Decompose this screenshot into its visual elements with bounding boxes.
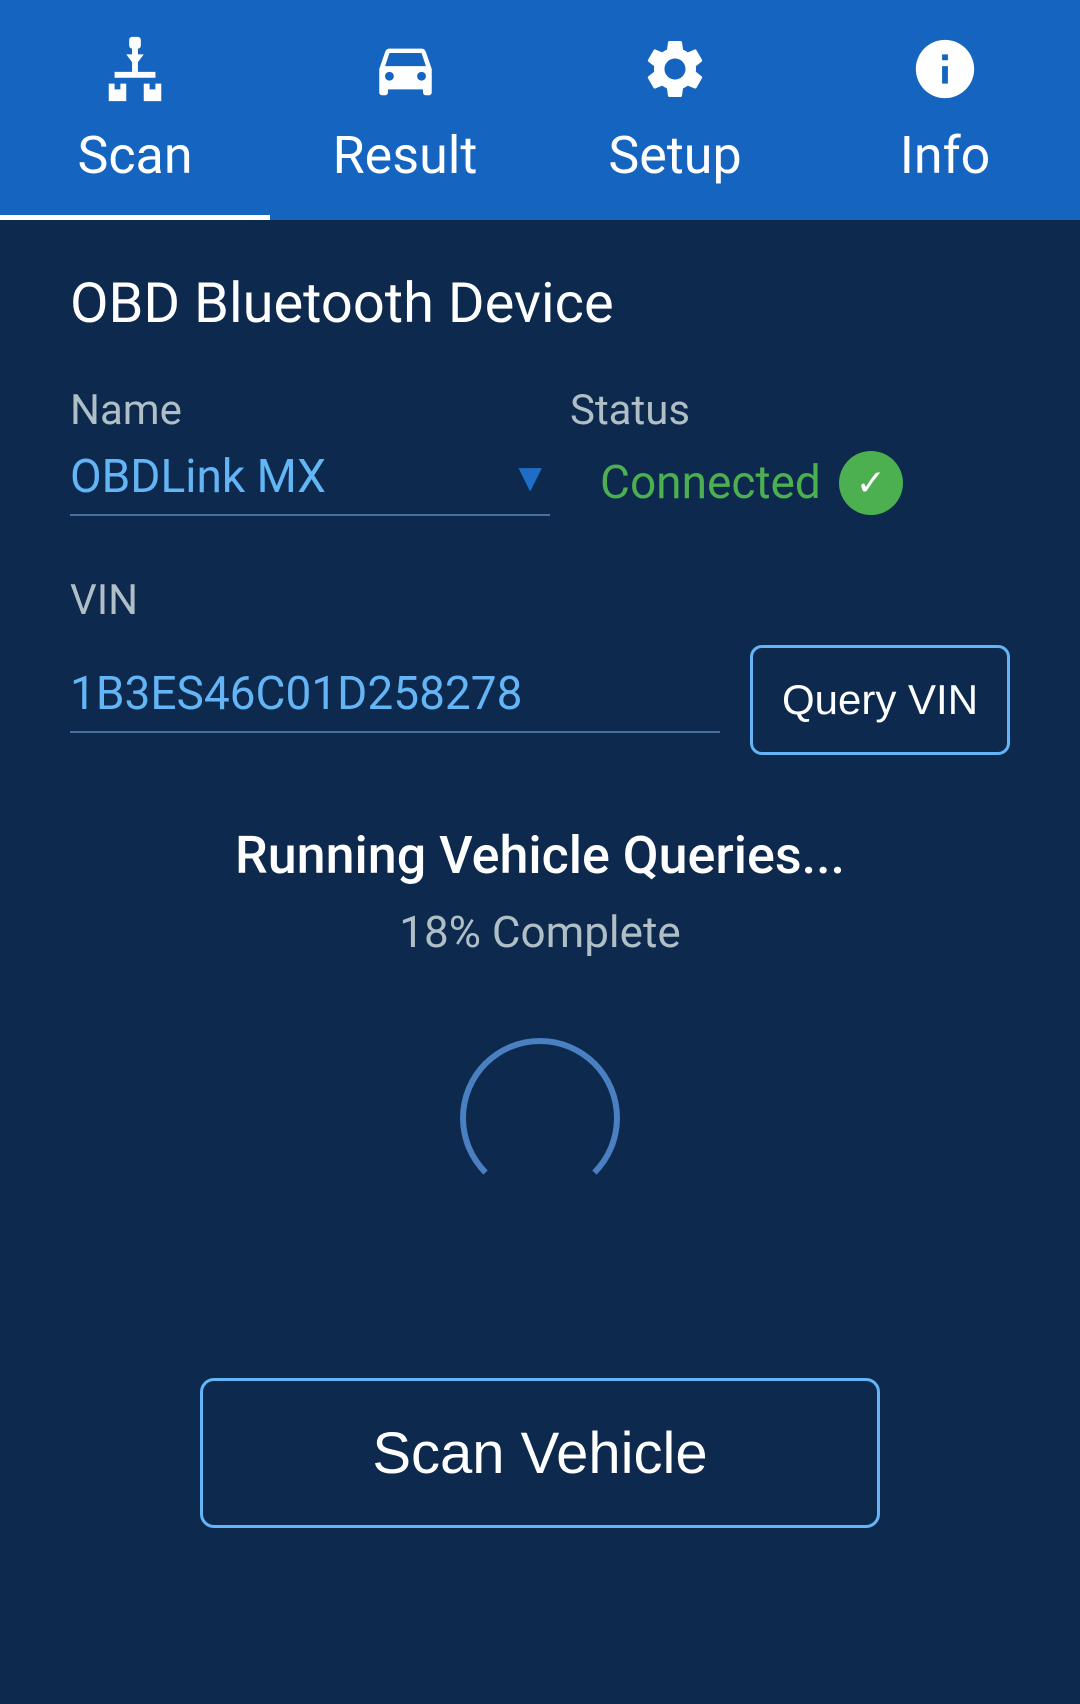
tab-setup[interactable]: Setup (540, 0, 810, 220)
progress-message: Running Vehicle Queries... (235, 825, 845, 886)
vin-label: VIN (70, 576, 1010, 625)
vin-input-wrapper[interactable]: 1B3ES46C01D258278 (70, 667, 720, 733)
query-vin-button[interactable]: Query VIN (750, 645, 1010, 755)
tab-info[interactable]: Info (810, 0, 1080, 220)
vin-section: VIN 1B3ES46C01D258278 Query VIN (70, 576, 1010, 755)
tab-scan[interactable]: Scan (0, 0, 270, 220)
scan-vehicle-button[interactable]: Scan Vehicle (200, 1378, 880, 1528)
top-navigation: Scan Result Setup Info (0, 0, 1080, 220)
usb-icon (100, 34, 170, 115)
progress-percent: 18% Complete (399, 906, 680, 958)
device-name-value: OBDLink MX (70, 450, 326, 504)
tab-info-label: Info (900, 125, 991, 186)
tab-setup-label: Setup (608, 125, 741, 186)
status-text: Connected (600, 456, 821, 510)
status-label: Status (570, 386, 690, 435)
tab-scan-label: Scan (77, 125, 192, 186)
tab-result[interactable]: Result (270, 0, 540, 220)
vin-row: 1B3ES46C01D258278 Query VIN (70, 645, 1010, 755)
tab-result-label: Result (333, 125, 478, 186)
name-label: Name (70, 386, 570, 435)
car-icon (368, 34, 443, 115)
device-select[interactable]: OBDLink MX ▼ (70, 450, 550, 516)
main-content: OBD Bluetooth Device Name Status OBDLink… (0, 220, 1080, 1578)
connection-status: Connected ✓ (600, 451, 903, 515)
obd-section-title: OBD Bluetooth Device (70, 270, 1010, 336)
info-icon (910, 34, 980, 115)
vin-value: 1B3ES46C01D258278 (70, 667, 522, 721)
dropdown-arrow-icon: ▼ (510, 454, 550, 501)
progress-section: Running Vehicle Queries... 18% Complete (70, 825, 1010, 1298)
field-labels-row: Name Status (70, 386, 1010, 435)
status-check-icon: ✓ (839, 451, 903, 515)
gear-icon (640, 34, 710, 115)
loading-spinner (460, 1038, 620, 1198)
device-status-row: OBDLink MX ▼ Connected ✓ (70, 450, 1010, 516)
